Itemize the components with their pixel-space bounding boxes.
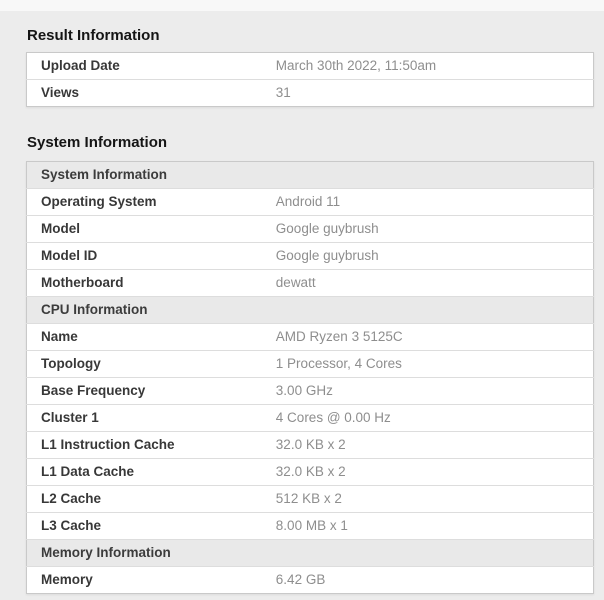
row-value: Google guybrush — [262, 243, 594, 270]
result-information-table: Upload Date March 30th 2022, 11:50am Vie… — [26, 52, 594, 107]
table-row: L3 Cache 8.00 MB x 1 — [27, 513, 594, 540]
result-information-heading: Result Information — [27, 27, 594, 45]
row-label: Operating System — [27, 189, 262, 216]
table-row: Views 31 — [27, 80, 594, 107]
row-label: Model ID — [27, 243, 262, 270]
page-content: Result Information Upload Date March 30t… — [26, 27, 594, 594]
system-information-heading: System Information — [27, 134, 594, 152]
row-label: Upload Date — [27, 53, 262, 80]
table-row: Model ID Google guybrush — [27, 243, 594, 270]
row-value: 8.00 MB x 1 — [262, 513, 594, 540]
row-value: 512 KB x 2 — [262, 486, 594, 513]
row-value: 32.0 KB x 2 — [262, 459, 594, 486]
table-row: Motherboard dewatt — [27, 270, 594, 297]
table-row: Topology 1 Processor, 4 Cores — [27, 351, 594, 378]
table-row: L1 Data Cache 32.0 KB x 2 — [27, 459, 594, 486]
row-label: Cluster 1 — [27, 405, 262, 432]
table-row: Name AMD Ryzen 3 5125C — [27, 324, 594, 351]
result-information-section: Result Information Upload Date March 30t… — [26, 27, 594, 107]
table-row: Upload Date March 30th 2022, 11:50am — [27, 53, 594, 80]
row-label: Base Frequency — [27, 378, 262, 405]
table-section-header-label: Memory Information — [27, 540, 594, 567]
system-information-section: System Information System Information Op… — [26, 134, 594, 594]
row-value: 1 Processor, 4 Cores — [262, 351, 594, 378]
table-section-header-row: CPU Information — [27, 297, 594, 324]
row-value: AMD Ryzen 3 5125C — [262, 324, 594, 351]
row-label: L1 Data Cache — [27, 459, 262, 486]
row-label: Motherboard — [27, 270, 262, 297]
row-label: L2 Cache — [27, 486, 262, 513]
table-row: Memory 6.42 GB — [27, 567, 594, 594]
row-label: Memory — [27, 567, 262, 594]
row-label: L1 Instruction Cache — [27, 432, 262, 459]
row-value: March 30th 2022, 11:50am — [262, 53, 594, 80]
row-value: Android 11 — [262, 189, 594, 216]
table-section-header-row: Memory Information — [27, 540, 594, 567]
row-value: 32.0 KB x 2 — [262, 432, 594, 459]
table-row: Base Frequency 3.00 GHz — [27, 378, 594, 405]
table-section-header-row: System Information — [27, 162, 594, 189]
row-label: L3 Cache — [27, 513, 262, 540]
row-label: Views — [27, 80, 262, 107]
row-value: 4 Cores @ 0.00 Hz — [262, 405, 594, 432]
row-label: Model — [27, 216, 262, 243]
table-row: L2 Cache 512 KB x 2 — [27, 486, 594, 513]
row-label: Name — [27, 324, 262, 351]
table-section-header-label: System Information — [27, 162, 594, 189]
table-row: Operating System Android 11 — [27, 189, 594, 216]
top-strip — [0, 0, 604, 11]
table-section-header-label: CPU Information — [27, 297, 594, 324]
system-information-table: System Information Operating System Andr… — [26, 161, 594, 594]
row-label: Topology — [27, 351, 262, 378]
row-value: Google guybrush — [262, 216, 594, 243]
row-value: 3.00 GHz — [262, 378, 594, 405]
row-value: 31 — [262, 80, 594, 107]
table-row: Model Google guybrush — [27, 216, 594, 243]
row-value: dewatt — [262, 270, 594, 297]
row-value: 6.42 GB — [262, 567, 594, 594]
table-row: Cluster 1 4 Cores @ 0.00 Hz — [27, 405, 594, 432]
table-row: L1 Instruction Cache 32.0 KB x 2 — [27, 432, 594, 459]
